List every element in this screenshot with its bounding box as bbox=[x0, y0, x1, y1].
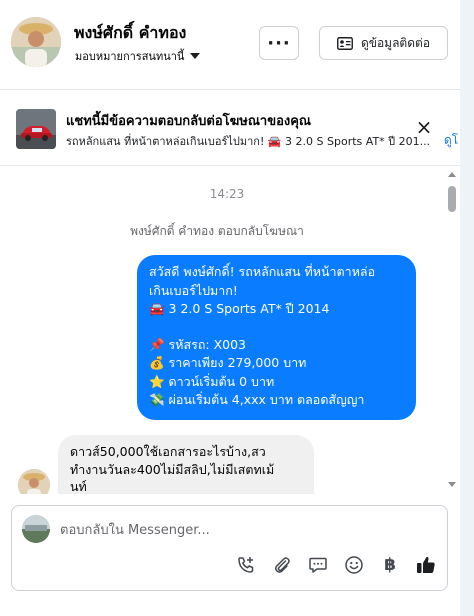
message-line: เกินเบอร์ไปมาก! bbox=[149, 282, 238, 298]
message-timestamp: 14:23 bbox=[209, 187, 245, 201]
emoji-icon[interactable] bbox=[342, 553, 366, 577]
reply-input[interactable] bbox=[60, 520, 430, 540]
ad-banner-title: แชทนี้มีข้อความตอบกลับต่อโฆษณาของคุณ bbox=[66, 114, 311, 129]
sender-avatar bbox=[18, 469, 50, 494]
chat-panel: พงษ์ศักดิ์ คำทอง มอบหมายการสนทนานี้ ··· … bbox=[0, 0, 460, 616]
page-avatar bbox=[22, 515, 50, 543]
incoming-message-bubble[interactable]: ดาวส์50,000ใช้เอกสารอะไรบ้าง,สว ทำงานวัน… bbox=[58, 435, 314, 494]
contact-card-icon bbox=[337, 36, 353, 50]
message-line: 🚘 3 2.0 S Sports AT* ปี 2014 bbox=[149, 301, 330, 316]
message-line: นท์ bbox=[70, 479, 87, 494]
contact-avatar[interactable] bbox=[11, 17, 61, 67]
view-contact-button[interactable]: ดูข้อมูลติดต่อ bbox=[319, 26, 448, 60]
message-line: 💰 ราคาเพียง 279,000 บาท bbox=[149, 355, 307, 370]
message-line: สวัสดี พงษ์ศักดิ์! รถหลักแสน ที่หน้าตาหล… bbox=[149, 264, 376, 279]
composer-toolbar: ฿ bbox=[234, 553, 444, 577]
message-line: 💸 ผ่อนเริ่มต้น 4,xxx บาท ตลอดสัญญา bbox=[149, 392, 365, 407]
contact-name: พงษ์ศักดิ์ คำทอง bbox=[74, 23, 187, 42]
assign-label: มอบหมายการสนทนานี้ bbox=[75, 50, 185, 63]
saved-replies-icon[interactable] bbox=[306, 553, 330, 577]
scroll-up-arrow-icon[interactable] bbox=[448, 172, 456, 177]
scroll-down-arrow-icon[interactable] bbox=[448, 482, 456, 487]
reply-composer[interactable]: ฿ bbox=[11, 505, 448, 591]
ad-thumbnail[interactable] bbox=[16, 109, 56, 149]
more-options-button[interactable]: ··· bbox=[259, 26, 299, 60]
ad-reply-note: พงษ์ศักดิ์ คำทอง ตอบกลับโฆษณา bbox=[130, 224, 304, 238]
ad-banner-text: รถหลักแสน ที่หน้าตาหล่อเกินเบอร์ไปมาก! 🚘… bbox=[66, 135, 431, 148]
message-thread: 14:23 พงษ์ศักดิ์ คำทอง ตอบกลับโฆษณา สวัส… bbox=[0, 167, 460, 494]
call-add-icon[interactable] bbox=[234, 553, 258, 577]
composer-area: ฿ bbox=[0, 494, 460, 616]
ad-reply-banner: แชทนี้มีข้อความตอบกลับต่อโฆษณาของคุณ รถห… bbox=[0, 91, 460, 166]
assign-conversation-dropdown[interactable]: มอบหมายการสนทนานี้ bbox=[75, 47, 201, 65]
thumbs-up-icon[interactable] bbox=[414, 553, 438, 577]
chat-header: พงษ์ศักดิ์ คำทอง มอบหมายการสนทนานี้ ··· … bbox=[0, 0, 460, 90]
message-line: ทำงานวันละ400ไม่มีสลิป,ไม่มีเสตทเม้ bbox=[70, 461, 275, 477]
chevron-down-icon bbox=[190, 53, 201, 59]
payment-baht-icon[interactable]: ฿ bbox=[378, 553, 402, 577]
outgoing-message-bubble[interactable]: สวัสดี พงษ์ศักดิ์! รถหลักแสน ที่หน้าตาหล… bbox=[137, 255, 416, 420]
message-line: 📌 รหัสรถ: X003 bbox=[149, 336, 247, 352]
view-contact-label: ดูข้อมูลติดต่อ bbox=[360, 35, 431, 50]
scrollbar-thumb[interactable] bbox=[448, 186, 456, 212]
attachment-icon[interactable] bbox=[270, 553, 294, 577]
message-line: ⭐ ดาวน์เริ่มต้น 0 บาท bbox=[149, 373, 275, 389]
message-line: ดาวส์50,000ใช้เอกสารอะไรบ้าง,สว bbox=[70, 444, 266, 459]
thread-scrollbar[interactable] bbox=[446, 170, 458, 492]
view-ad-link[interactable]: ดูโ bbox=[444, 131, 458, 150]
more-icon: ··· bbox=[267, 32, 291, 54]
close-icon[interactable]: × bbox=[414, 117, 434, 138]
